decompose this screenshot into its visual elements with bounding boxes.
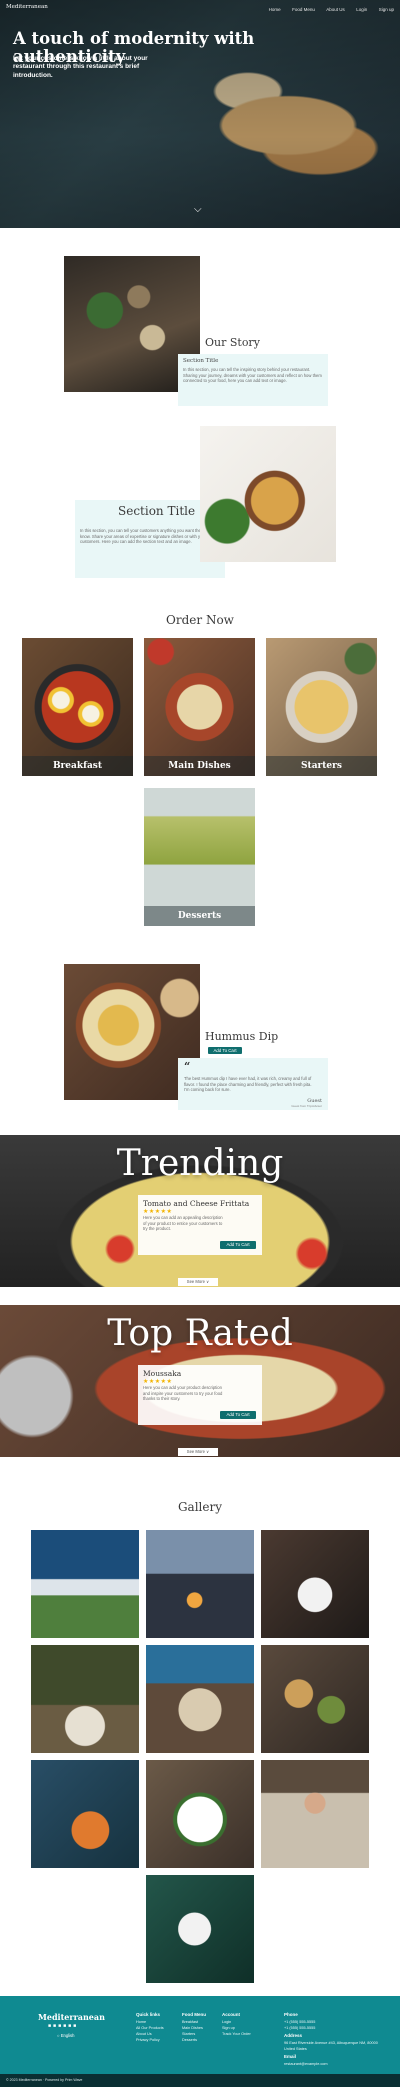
hero-subtitle: Let your customers know a little about y… <box>13 55 148 79</box>
footer-link-desserts[interactable]: Desserts <box>182 2037 206 2043</box>
social-icons: ■■■■■■ <box>48 2023 78 2029</box>
footer-link-track-order[interactable]: Track Your Order <box>222 2031 251 2037</box>
toprated-banner: Top Rated Moussaka ★★★★★ Here you can ad… <box>0 1305 400 1457</box>
section2-text: In this section, you can tell your custo… <box>80 528 209 545</box>
category-starters[interactable]: Starters <box>266 638 377 776</box>
gallery-image[interactable] <box>31 1760 139 1868</box>
category-breakfast[interactable]: Breakfast <box>22 638 133 776</box>
footer-brand[interactable]: Mediterranean <box>38 2012 105 2022</box>
section2-image <box>200 426 336 562</box>
section2-title: Section Title <box>118 504 196 518</box>
rating-stars-icon: ★★★★★ <box>143 1379 173 1385</box>
chevron-down-icon[interactable]: ⌵ <box>194 204 202 215</box>
category-desserts[interactable]: Desserts <box>144 788 255 926</box>
nav-home[interactable]: Home <box>269 7 281 12</box>
footer-link-privacy[interactable]: Privacy Policy <box>136 2037 164 2043</box>
toprated-add-to-cart-button[interactable]: Add To Cart <box>220 1411 256 1419</box>
gallery-image[interactable] <box>31 1645 139 1753</box>
trending-add-to-cart-button[interactable]: Add To Cart <box>220 1241 256 1249</box>
testimonial-card: “ The best Hummus dip I have ever had, i… <box>178 1058 328 1110</box>
quote-icon: “ <box>184 1060 191 1073</box>
trending-card: Tomato and Cheese Frittata ★★★★★ Here yo… <box>138 1195 262 1255</box>
story-card-text: In this section, you can tell the inspir… <box>183 367 322 384</box>
story-card: Section Title In this section, you can t… <box>178 354 328 406</box>
footer-col-title: Account <box>222 2012 240 2017</box>
trending-title: Trending <box>116 1143 284 1184</box>
hero-banner: A touch of modernity with authenticity L… <box>0 0 400 228</box>
footer-email[interactable]: restaurant@example.com <box>284 2061 384 2067</box>
brand-logo[interactable]: Mediterranean <box>6 4 262 10</box>
story-card-title: Section Title <box>183 358 219 364</box>
footer-phone-2[interactable]: +1 (555) 555-5555 <box>284 2025 384 2031</box>
footer-col-title: Food Menu <box>182 2012 206 2017</box>
chevron-down-icon: ∨ <box>206 1279 210 1284</box>
footer-address: 96 East Riverside Avenue #43, Albuquerqu… <box>284 2041 378 2052</box>
category-label: Desserts <box>144 906 255 926</box>
footer-copyright: © 2023 Mediterranean · Powered by Prim W… <box>0 2074 400 2087</box>
nav-food-menu[interactable]: Food Menu <box>292 7 315 12</box>
footer-col-title: Phone <box>284 2012 298 2017</box>
main-nav: Home Food Menu About Us Login Sign up <box>262 0 394 16</box>
trending-item-text: Here you can add an appealing descriptio… <box>143 1215 223 1232</box>
footer-account: Account Login Sign up Track Your Order <box>222 2012 251 2037</box>
category-label: Starters <box>266 756 377 776</box>
top-navbar: Mediterranean Home Food Menu About Us Lo… <box>0 0 400 14</box>
footer-quick-links: Quick links Home All Our Products About … <box>136 2012 164 2043</box>
story-title: Our Story <box>205 336 260 349</box>
category-label: Main Dishes <box>144 756 255 776</box>
footer-col-title: Quick links <box>136 2012 161 2017</box>
nav-about-us[interactable]: About Us <box>326 7 345 12</box>
gallery-image[interactable] <box>146 1645 254 1753</box>
language-selector[interactable]: ○ English <box>57 2033 74 2038</box>
gallery-image[interactable] <box>261 1645 369 1753</box>
toprated-see-more-button[interactable]: See More ∨ <box>178 1448 218 1456</box>
featured-add-to-cart-button[interactable]: Add To Cart <box>208 1047 242 1054</box>
testimonial-text: The best Hummus dip I have ever had, it … <box>184 1076 312 1093</box>
gallery-image[interactable] <box>146 1875 254 1983</box>
gallery-image[interactable] <box>261 1530 369 1638</box>
toprated-title: Top Rated <box>107 1313 293 1354</box>
trending-see-more-button[interactable]: See More ∨ <box>178 1278 218 1286</box>
footer-contact: Phone +1 (555) 555-5555 +1 (555) 555-555… <box>284 2012 384 2067</box>
nav-sign-up[interactable]: Sign up <box>379 7 394 12</box>
gallery-image[interactable] <box>146 1760 254 1868</box>
trending-banner: Trending Tomato and Cheese Frittata ★★★★… <box>0 1135 400 1287</box>
footer-col-title: Address <box>284 2033 303 2039</box>
gallery-image[interactable] <box>261 1760 369 1868</box>
see-more-label: See More <box>186 1449 205 1454</box>
testimonial-author-sub: Guest from TripAdvisor <box>291 1104 322 1108</box>
see-more-label: See More <box>186 1279 205 1284</box>
language-label: English <box>60 2033 75 2038</box>
category-label: Breakfast <box>22 756 133 776</box>
footer-food-menu: Food Menu Breakfast Main Dishes Starters… <box>182 2012 206 2043</box>
footer-col-title: Email <box>284 2054 297 2060</box>
trending-item-name: Tomato and Cheese Frittata <box>143 1199 250 1208</box>
pinterest-icon[interactable]: ■ <box>73 2023 78 2029</box>
toprated-item-text: Here you can add your product descriptio… <box>143 1385 223 1402</box>
featured-title: Hummus Dip <box>205 1030 279 1043</box>
gallery-image[interactable] <box>146 1530 254 1638</box>
rating-stars-icon: ★★★★★ <box>143 1209 173 1215</box>
gallery-image[interactable] <box>31 1530 139 1638</box>
order-title: Order Now <box>166 613 234 627</box>
category-main-dishes[interactable]: Main Dishes <box>144 638 255 776</box>
nav-login[interactable]: Login <box>356 7 367 12</box>
toprated-card: Moussaka ★★★★★ Here you can add your pro… <box>138 1365 262 1425</box>
footer: Mediterranean ■■■■■■ ○ English Quick lin… <box>0 1996 400 2087</box>
toprated-item-name: Moussaka <box>143 1369 182 1378</box>
gallery-title: Gallery <box>177 1500 223 1514</box>
chevron-down-icon: ∨ <box>206 1449 210 1454</box>
